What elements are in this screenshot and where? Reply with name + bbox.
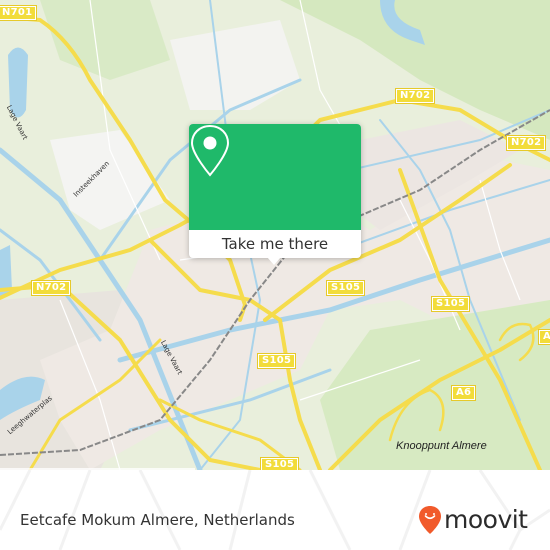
road-shield-s105: S105 — [256, 353, 297, 369]
road-shield-n701: N701 — [0, 5, 38, 21]
road-shield-s105: S105 — [259, 457, 300, 470]
location-popup: Take me there — [189, 124, 361, 265]
popup-header — [189, 124, 361, 230]
road-shield-n702: N702 — [505, 135, 547, 151]
moovit-logo[interactable]: moovit — [418, 505, 528, 535]
moovit-wordmark: moovit — [444, 505, 528, 534]
popup-pointer — [267, 257, 281, 265]
map-view[interactable]: N701 N702 N702 N702 S105 S105 S105 S105 … — [0, 0, 550, 470]
road-shield-n702: N702 — [30, 280, 72, 296]
road-shield-s105: S105 — [325, 280, 366, 296]
label-knooppunt-almere: Knooppunt Almere — [396, 440, 487, 452]
moovit-pin-icon — [419, 506, 441, 534]
road-shield-a6: A6 — [537, 329, 550, 345]
place-name: Eetcafe Mokum Almere, Netherlands — [20, 511, 295, 529]
road-shield-a6: A6 — [450, 385, 477, 401]
take-me-there-button[interactable]: Take me there — [189, 230, 361, 258]
road-shield-n702: N702 — [394, 88, 436, 104]
footer: Eetcafe Mokum Almere, Netherlands moovit — [0, 470, 550, 550]
road-shield-s105: S105 — [430, 296, 471, 312]
map-pin-icon — [190, 124, 230, 177]
